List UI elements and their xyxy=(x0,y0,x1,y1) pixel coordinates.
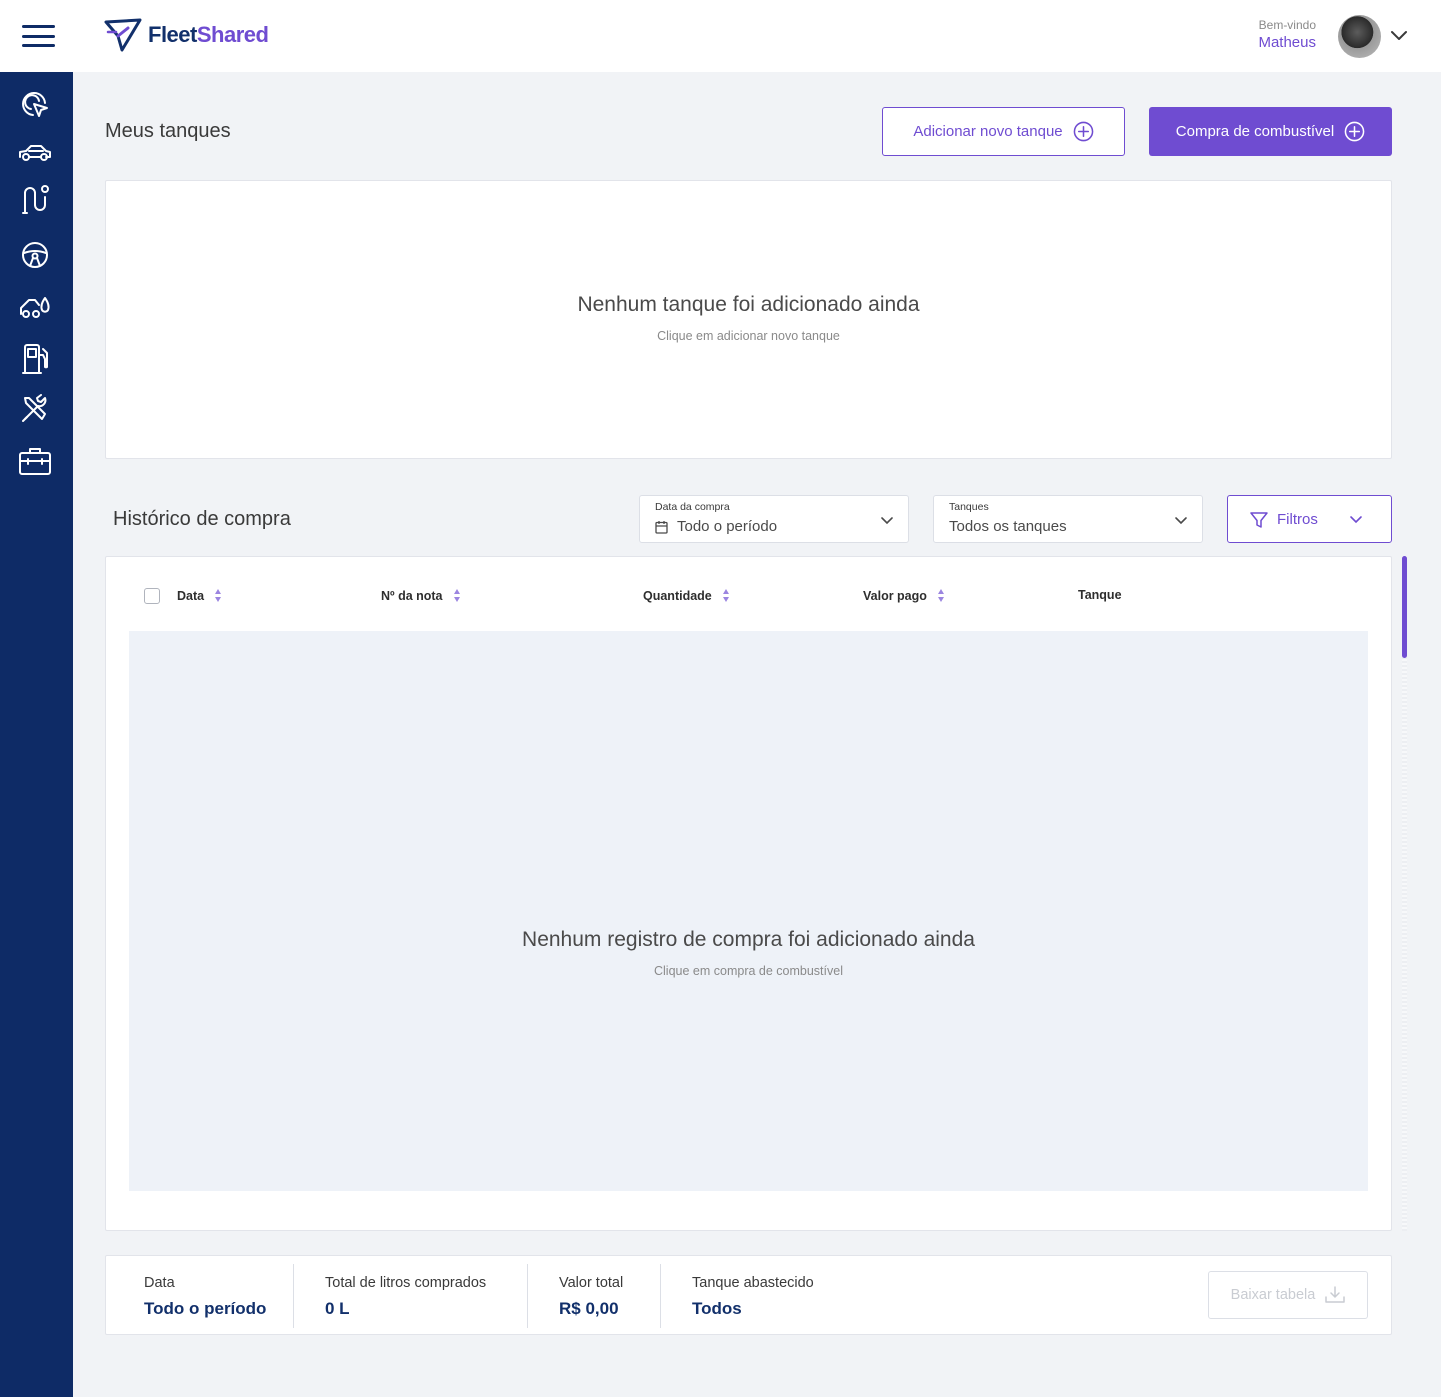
plus-circle-icon xyxy=(1073,121,1093,142)
column-label: Valor pago xyxy=(863,588,927,603)
column-label: Tanque xyxy=(1078,588,1122,602)
sidebar-item-tracking[interactable] xyxy=(16,86,54,124)
route-icon xyxy=(22,185,49,214)
sidebar-item-vehicles[interactable] xyxy=(16,134,54,172)
chevron-down-icon[interactable] xyxy=(1390,28,1408,42)
filters-button[interactable]: Filtros xyxy=(1227,495,1392,543)
tools-icon xyxy=(22,394,47,422)
sidebar-item-maintenance[interactable] xyxy=(16,390,54,428)
history-title: Histórico de compra xyxy=(113,508,291,530)
sidebar-item-fuel-consumption[interactable] xyxy=(16,287,54,325)
column-header-amount-paid[interactable]: Valor pago xyxy=(863,588,945,603)
sort-icon xyxy=(937,589,944,602)
tanks-select-value: Todos os tanques xyxy=(949,518,1067,535)
car-icon xyxy=(19,145,51,161)
app-logo[interactable]: FleetShared xyxy=(104,17,269,53)
top-bar: FleetShared Bem-vindo Matheus xyxy=(0,0,1441,72)
steering-wheel-icon xyxy=(22,242,48,268)
summary-total-label: Valor total xyxy=(559,1275,624,1291)
divider xyxy=(527,1264,528,1328)
tanks-select[interactable]: Tanques Todos os tanques xyxy=(933,495,1203,543)
select-all-checkbox[interactable] xyxy=(144,588,160,604)
filter-icon xyxy=(1250,512,1268,528)
summary-liters-label: Total de litros comprados xyxy=(325,1275,487,1291)
divider xyxy=(293,1264,294,1328)
column-label: Data xyxy=(177,588,205,603)
sort-icon xyxy=(722,589,729,602)
car-fuel-drop-icon xyxy=(20,297,50,318)
sidebar-item-fuel-tanks[interactable] xyxy=(16,340,54,378)
column-header-tank[interactable]: Tanque xyxy=(1078,588,1122,602)
purchase-date-value: Todo o período xyxy=(677,518,778,535)
cursor-target-icon xyxy=(22,92,48,117)
download-table-button[interactable]: Baixar tabela xyxy=(1208,1271,1368,1319)
tanks-title: Meus tanques xyxy=(105,120,231,142)
sort-icon xyxy=(215,589,222,602)
avatar[interactable] xyxy=(1338,15,1381,58)
summary-total-value: R$ 0,00 xyxy=(559,1299,619,1318)
logo-mark-icon xyxy=(104,18,142,52)
menu-icon[interactable] xyxy=(22,25,55,47)
download-table-label: Baixar tabela xyxy=(1230,1287,1316,1303)
chevron-down-icon xyxy=(881,517,893,525)
column-header-data[interactable]: Data xyxy=(177,588,222,603)
user-name: Matheus xyxy=(1258,34,1316,51)
welcome-label: Bem-vindo xyxy=(1258,18,1316,32)
column-label: Nº da nota xyxy=(381,588,443,603)
welcome-block: Bem-vindo Matheus xyxy=(1258,18,1316,51)
history-empty-state: Nenhum registro de compra foi adicionado… xyxy=(129,631,1368,1191)
fuel-pump-icon xyxy=(22,344,48,374)
sidebar-item-business[interactable] xyxy=(16,442,54,480)
sort-icon xyxy=(453,589,460,602)
sidebar-item-routes[interactable] xyxy=(16,180,54,218)
tanks-empty-subtitle: Clique em adicionar novo tanque xyxy=(657,329,840,343)
calendar-icon xyxy=(655,521,668,534)
sidebar xyxy=(0,72,73,1397)
fuel-purchase-label: Compra de combustível xyxy=(1175,123,1335,140)
summary-tank-label: Tanque abastecido xyxy=(692,1275,814,1291)
add-tank-label: Adicionar novo tanque xyxy=(913,123,1063,140)
sidebar-item-drivers[interactable] xyxy=(16,236,54,274)
divider xyxy=(660,1264,661,1328)
column-header-invoice[interactable]: Nº da nota xyxy=(381,588,461,603)
summary-bar: Data Todo o período Total de litros comp… xyxy=(105,1255,1392,1335)
tanks-select-label: Tanques xyxy=(949,501,989,513)
fuel-purchase-button[interactable]: Compra de combustível xyxy=(1149,107,1392,156)
add-tank-button[interactable]: Adicionar novo tanque xyxy=(882,107,1125,156)
scrollbar-thumb[interactable] xyxy=(1402,556,1407,658)
summary-tank-value: Todos xyxy=(692,1299,742,1318)
summary-date-label: Data xyxy=(144,1275,175,1291)
tanks-empty-title: Nenhum tanque foi adicionado ainda xyxy=(577,293,920,316)
download-icon xyxy=(1325,1286,1346,1303)
column-label: Quantidade xyxy=(643,588,712,603)
summary-date-value: Todo o período xyxy=(144,1299,267,1318)
purchase-date-label: Data da compra xyxy=(655,501,730,513)
chevron-down-icon xyxy=(1175,517,1187,525)
purchase-date-select[interactable]: Data da compra Todo o período xyxy=(639,495,909,543)
briefcase-icon xyxy=(19,448,51,475)
history-empty-subtitle: Clique em compra de combustível xyxy=(654,964,843,978)
history-empty-title: Nenhum registro de compra foi adicionado… xyxy=(522,928,975,951)
logo-text: FleetShared xyxy=(148,22,269,47)
plus-circle-icon xyxy=(1344,121,1365,142)
filters-label: Filtros xyxy=(1277,511,1318,528)
column-header-quantity[interactable]: Quantidade xyxy=(643,588,730,603)
tanks-empty-card: Nenhum tanque foi adicionado ainda Cliqu… xyxy=(105,180,1392,459)
chevron-down-icon xyxy=(1350,516,1362,524)
summary-liters-value: 0 L xyxy=(325,1299,350,1318)
